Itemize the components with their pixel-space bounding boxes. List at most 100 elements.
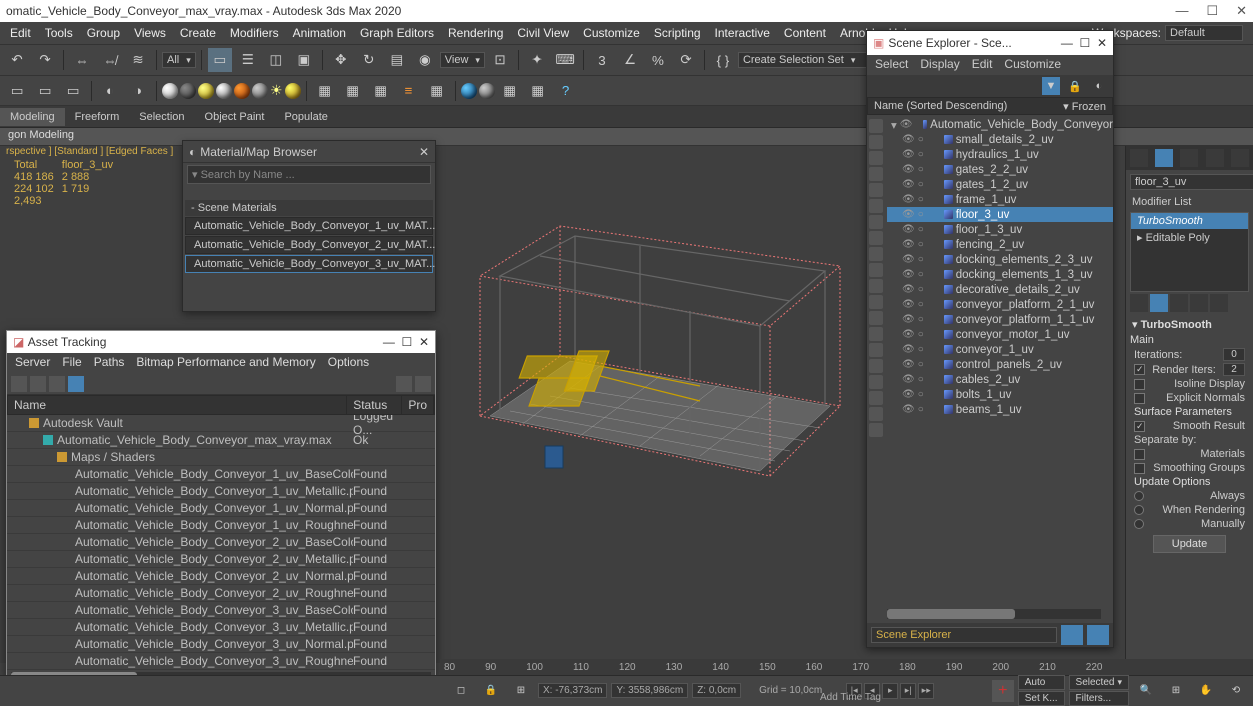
asset-row[interactable]: Automatic_Vehicle_Body_Conveyor_1_uv_Rou… [7,517,435,534]
keyboard-shortcut-button[interactable]: ⌨ [553,48,577,72]
cmd-tab-modify[interactable] [1155,149,1173,167]
orb-sun-icon[interactable] [285,83,301,99]
sb-lock-icon[interactable]: 🔒 [479,679,503,703]
se-filter-icon-20[interactable] [869,423,883,437]
select-object-button[interactable]: ▭ [208,48,232,72]
sb-abs-icon[interactable]: ⊞ [509,679,533,703]
menu-customize[interactable]: Customize [583,26,640,40]
menu-create[interactable]: Create [180,26,216,40]
orb-blue-icon[interactable] [461,83,477,99]
nav-icon-4[interactable]: ⟲ [1224,679,1248,703]
scene-tree-root[interactable]: ▾👁Automatic_Vehicle_Body_Conveyor [887,117,1113,132]
se-filter-icon-14[interactable] [869,327,883,341]
coord-y-field[interactable]: Y: 3558,986cm [611,683,688,698]
material-search-field[interactable]: ▾ Search by Name ... [187,165,431,184]
asset-row[interactable]: Automatic_Vehicle_Body_Conveyor_1_uv_Nor… [7,500,435,517]
material-item[interactable]: Automatic_Vehicle_Body_Conveyor_2_uv_MAT… [185,236,433,254]
percent-snap-button[interactable]: % [646,48,670,72]
se-filter-icon-15[interactable] [869,343,883,357]
smooth-result-check[interactable] [1134,421,1145,432]
render-iters-check[interactable] [1134,364,1145,375]
ribbon-tab-populate[interactable]: Populate [274,108,337,126]
se-filter-icon-12[interactable] [869,295,883,309]
scene-tree-item[interactable]: 👁○conveyor_platform_2_1_uv [887,297,1113,312]
sb-isolate-icon[interactable]: ◻ [449,679,473,703]
scene-tree-item[interactable]: 👁○floor_1_3_uv [887,222,1113,237]
window-crossing-button[interactable]: ▣ [292,48,316,72]
ribbon-tab-freeform[interactable]: Freeform [65,108,130,126]
show-end-result-icon[interactable] [1150,294,1168,312]
render-iters-spinner[interactable] [1223,363,1245,376]
orb-light-icon[interactable] [252,83,268,99]
rotate-button[interactable]: ↻ [357,48,381,72]
menu-views[interactable]: Views [134,26,166,40]
asset-row[interactable]: Automatic_Vehicle_Body_Conveyor_3_uv_Met… [7,619,435,636]
add-time-tag[interactable]: Add Time Tag [820,692,881,703]
object-name-field[interactable] [1130,174,1253,190]
spinner-snap-button[interactable]: ⟳ [674,48,698,72]
menu-animation[interactable]: Animation [293,26,346,40]
tb2-icon-2[interactable]: ▭ [33,79,57,103]
at-menu-paths[interactable]: Paths [94,355,125,371]
orb-white-icon[interactable] [162,83,178,99]
snap-toggle-button[interactable]: 3 [590,48,614,72]
asset-row[interactable]: Automatic_Vehicle_Body_Conveyor_3_uv_Bas… [7,602,435,619]
at-menu-bitmap[interactable]: Bitmap Performance and Memory [136,355,315,371]
menu-rendering[interactable]: Rendering [448,26,503,40]
at-menu-options[interactable]: Options [328,355,369,371]
se-filter-icon-10[interactable] [869,263,883,277]
se-filter-icon[interactable]: ▼ [1042,77,1060,95]
cmd-tab-create[interactable] [1130,149,1148,167]
asset-row[interactable]: Automatic_Vehicle_Body_Conveyor_2_uv_Bas… [7,534,435,551]
asset-row[interactable]: Automatic_Vehicle_Body_Conveyor_3_uv_Rou… [7,653,435,670]
undo-button[interactable]: ↶ [5,48,29,72]
se-menu-display[interactable]: Display [920,57,959,73]
at-icon-2[interactable] [30,376,46,392]
se-filter-icon-16[interactable] [869,359,883,373]
maximize-button[interactable]: ☐ [1206,3,1218,19]
scene-tree-item[interactable]: 👁○beams_1_uv [887,402,1113,417]
scene-tree-item[interactable]: 👁○conveyor_motor_1_uv [887,327,1113,342]
scale-button[interactable]: ▤ [385,48,409,72]
scene-tree-item[interactable]: 👁○frame_1_uv [887,192,1113,207]
at-icon-4[interactable] [68,376,84,392]
asset-row[interactable]: Autodesk VaultLogged O... [7,415,435,432]
tb2-icon-c[interactable]: ▦ [369,79,393,103]
se-lightbulb-icon[interactable]: ◐ [1090,77,1108,95]
menu-civil-view[interactable]: Civil View [517,26,569,40]
tb2-icon-f[interactable]: ▦ [498,79,522,103]
help-icon[interactable]: ? [554,79,578,103]
orb-yellow-icon[interactable] [198,83,214,99]
scene-tree-item[interactable]: 👁○fencing_2_uv [887,237,1113,252]
sep-smoothgroups-check[interactable] [1134,463,1145,474]
at-menu-file[interactable]: File [62,355,81,371]
se-filter-icon-4[interactable] [869,167,883,181]
se-menu-customize[interactable]: Customize [1004,57,1061,73]
tb2-icon-g[interactable]: ▦ [526,79,550,103]
orb-silver-icon[interactable] [216,83,232,99]
asset-row[interactable]: Automatic_Vehicle_Body_Conveyor_2_uv_Rou… [7,585,435,602]
se-filter-icon-8[interactable] [869,231,883,245]
bind-spacewarp-button[interactable]: ≋ [126,48,150,72]
selection-filter[interactable]: All [162,52,196,68]
angle-snap-button[interactable]: ∠ [618,48,642,72]
explicit-normals-check[interactable] [1134,393,1145,404]
move-button[interactable]: ✥ [329,48,353,72]
setkey-button[interactable]: Set K... [1018,691,1065,706]
scene-tree-item[interactable]: 👁○conveyor_1_uv [887,342,1113,357]
modstack-turbosmooth[interactable]: TurboSmooth [1131,213,1248,229]
at-icon-5[interactable] [396,376,412,392]
cmd-tab-hierarchy[interactable] [1180,149,1198,167]
asset-row[interactable]: Automatic_Vehicle_Body_Conveyor_max_vray… [7,432,435,449]
se-filter-icon-1[interactable] [869,119,883,133]
se-filter-icon-2[interactable] [869,135,883,149]
unlink-button[interactable]: ⇎ [98,48,122,72]
at-icon-1[interactable] [11,376,27,392]
update-button[interactable]: Update [1153,535,1226,553]
at-icon-6[interactable] [415,376,431,392]
nav-icon-2[interactable]: ⊞ [1164,679,1188,703]
se-footer-btn-1[interactable] [1061,625,1083,645]
material-browser-close[interactable]: ✕ [419,145,429,159]
workspace-selector[interactable] [1165,25,1243,41]
tb2-icon-5[interactable]: ◑ [126,79,150,103]
